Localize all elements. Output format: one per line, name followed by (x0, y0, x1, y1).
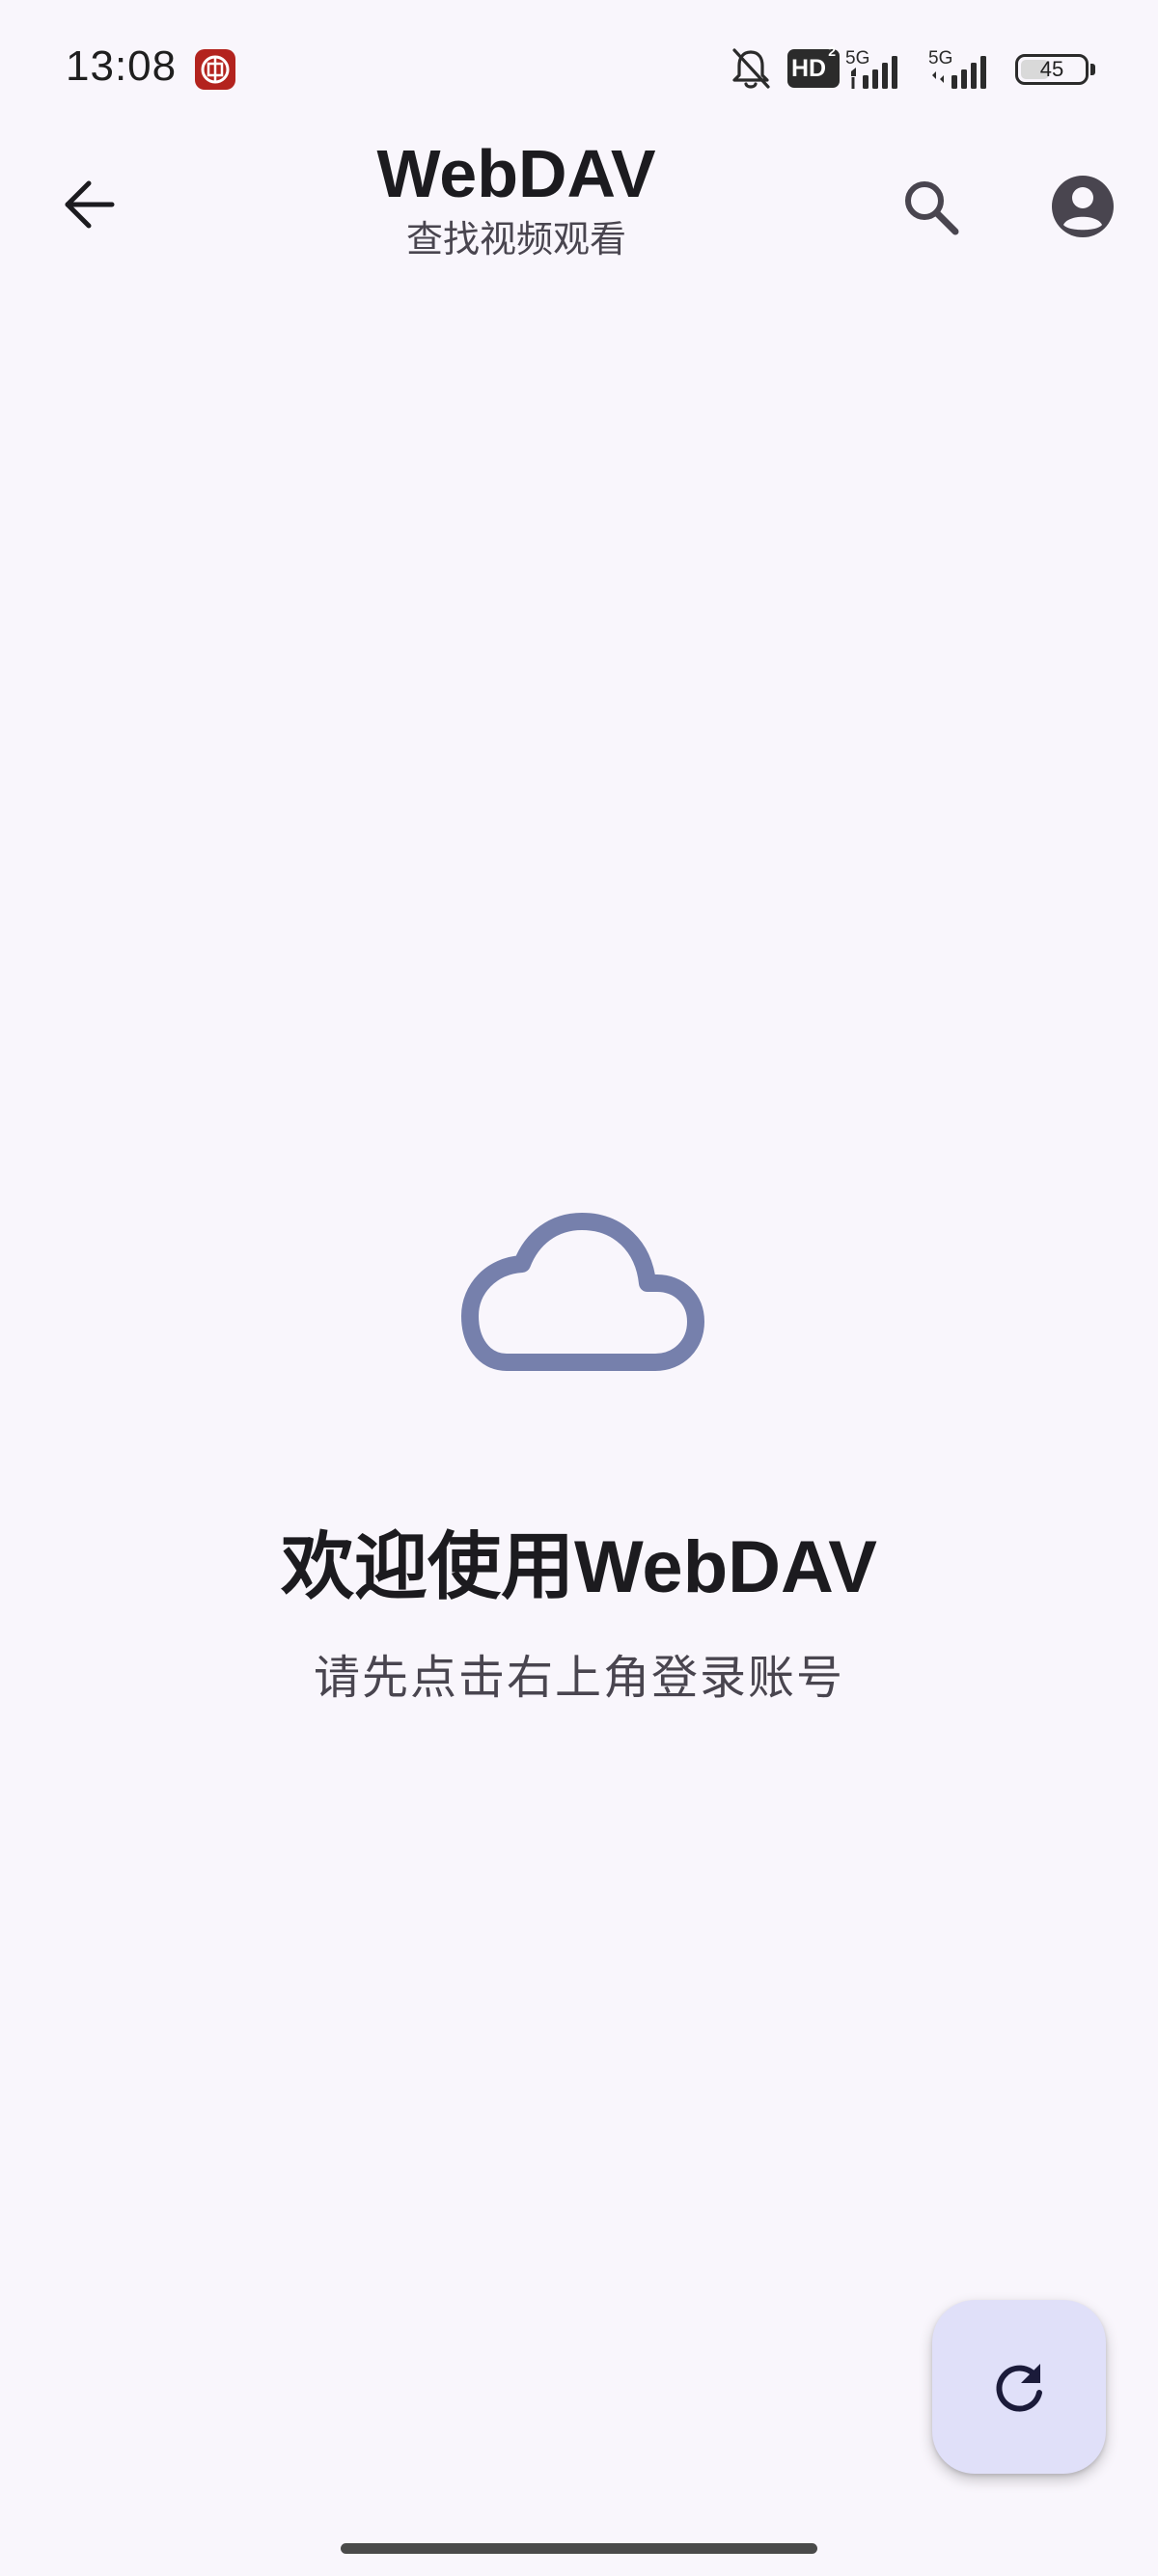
welcome-title: 欢迎使用WebDAV (281, 1526, 877, 1608)
empty-state: 欢迎使用WebDAV 请先点击右上角登录账号 (0, 1196, 1158, 1708)
page-title: WebDAV (376, 136, 656, 211)
bell-off-icon (732, 48, 770, 89)
page-subtitle: 查找视频观看 (405, 220, 626, 260)
signal-strength-icon (932, 56, 986, 89)
arrow-left-icon (65, 180, 115, 229)
app-bar: WebDAV 查找视频观看 (0, 135, 1158, 299)
account-button[interactable] (1042, 166, 1123, 247)
cloud-icon (461, 1213, 704, 1371)
app-bar-title-block: WebDAV 查找视频观看 (323, 135, 709, 264)
hd-voice-badge: HD 2 (787, 44, 840, 88)
hd-label: HD (791, 55, 827, 82)
gesture-navigation-bar[interactable] (341, 2543, 817, 2554)
hd-sub-label: 2 (828, 43, 836, 59)
back-button[interactable] (48, 164, 129, 245)
status-time: 13:08 (66, 42, 178, 90)
bank-app-icon (195, 49, 235, 90)
refresh-button[interactable] (932, 2300, 1106, 2474)
refresh-icon (996, 2364, 1042, 2412)
status-bar: 13:08 HD 2 5G 5G 45 (0, 0, 1158, 135)
account-circle-icon (1052, 176, 1114, 237)
search-icon (905, 181, 959, 235)
battery-icon: 45 (1015, 54, 1089, 85)
battery-tip (1090, 64, 1095, 75)
signal-strength-icon (851, 56, 897, 89)
battery-percent: 45 (1039, 57, 1064, 81)
welcome-hint: 请先点击右上角登录账号 (313, 1653, 844, 1704)
search-button[interactable] (890, 166, 971, 247)
